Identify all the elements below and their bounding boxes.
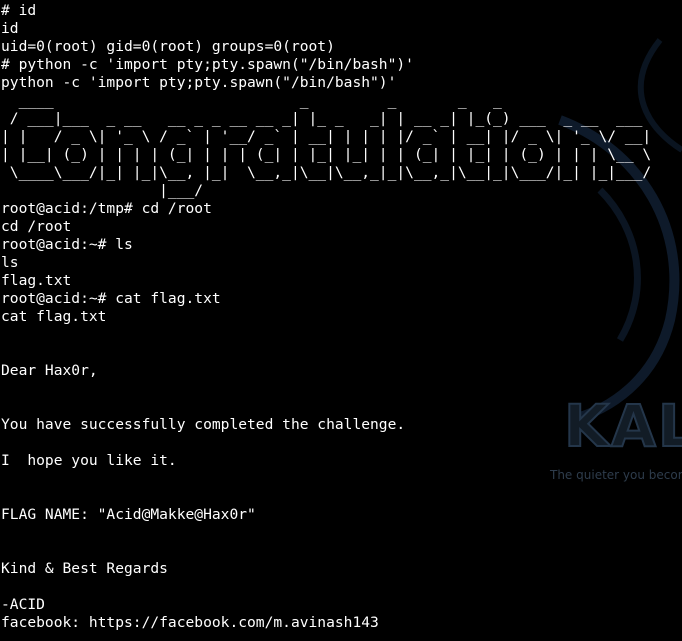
- terminal-line: root@acid:~# ls: [1, 236, 133, 253]
- terminal-line: root@acid:/tmp# cd /root: [1, 200, 212, 217]
- terminal-line: You have successfully completed the chal…: [1, 416, 406, 433]
- ascii-banner-line: | |__| (_) | | | | (_| | | | (_| | |_| |…: [1, 146, 652, 163]
- ascii-banner-line: \____\___/|_| |_|\__, |_| \__,_|\__|\__,…: [1, 164, 652, 181]
- terminal-window[interactable]: KALI The quieter you become # id id uid=…: [0, 0, 682, 641]
- ascii-banner-line: | | / _ \| '_ \ / _` | '__/ _` | __| | |…: [1, 128, 652, 145]
- terminal-line: python -c 'import pty;pty.spawn("/bin/ba…: [1, 74, 397, 91]
- ascii-banner-line: |___/: [1, 182, 204, 199]
- terminal-line: root@acid:~# cat flag.txt: [1, 290, 221, 307]
- terminal-line: FLAG NAME: "Acid@Makke@Hax0r": [1, 506, 256, 523]
- terminal-line: id: [1, 20, 19, 37]
- terminal-line: ls: [1, 254, 19, 271]
- terminal-line: Kind & Best Regards: [1, 560, 168, 577]
- terminal-line: I hope you like it.: [1, 452, 177, 469]
- terminal-line: -ACID: [1, 596, 45, 613]
- terminal-line: flag.txt: [1, 272, 72, 289]
- terminal-line: facebook: https://facebook.com/m.avinash…: [1, 614, 379, 631]
- terminal-line: # id: [1, 2, 37, 19]
- terminal-line: # python -c 'import pty;pty.spawn("/bin/…: [1, 56, 414, 73]
- terminal-line: Dear Hax0r,: [1, 362, 98, 379]
- terminal-line: cd /root: [1, 218, 72, 235]
- ascii-banner-line: / ___|___ _ __ __ _ _ __ __ _| |_ _ _| |…: [1, 110, 643, 127]
- terminal-line: cat flag.txt: [1, 308, 107, 325]
- terminal-output[interactable]: # id id uid=0(root) gid=0(root) groups=0…: [1, 2, 682, 632]
- ascii-banner-line: ____ _ _ _ _: [1, 92, 502, 109]
- terminal-line: uid=0(root) gid=0(root) groups=0(root): [1, 38, 335, 55]
